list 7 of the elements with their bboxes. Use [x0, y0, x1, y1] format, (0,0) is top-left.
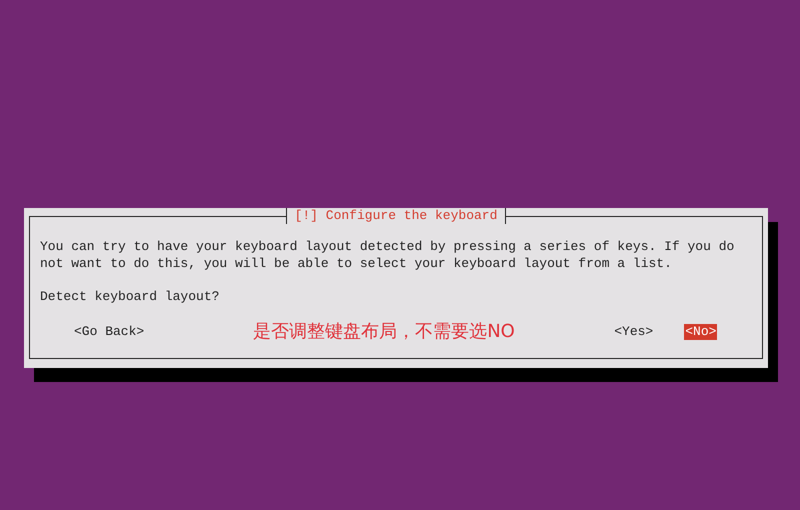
annotation-text: 是否调整键盘布局，不需要选NO	[253, 321, 516, 343]
dialog-message: You can try to have your keyboard layout detected by pressing a series of keys. If you do not want to do this, you will be able to select your keyboard layout from a list.	[40, 238, 736, 272]
question-text: Detect keyboard layout?	[40, 288, 220, 305]
dialog-title: [!] Configure the keyboard	[286, 208, 506, 224]
dialog-button[interactable]: <Yes>	[613, 324, 654, 340]
dialog-button[interactable]: <Go Back>	[73, 324, 146, 340]
dialog-button[interactable]: <No>	[684, 324, 718, 340]
